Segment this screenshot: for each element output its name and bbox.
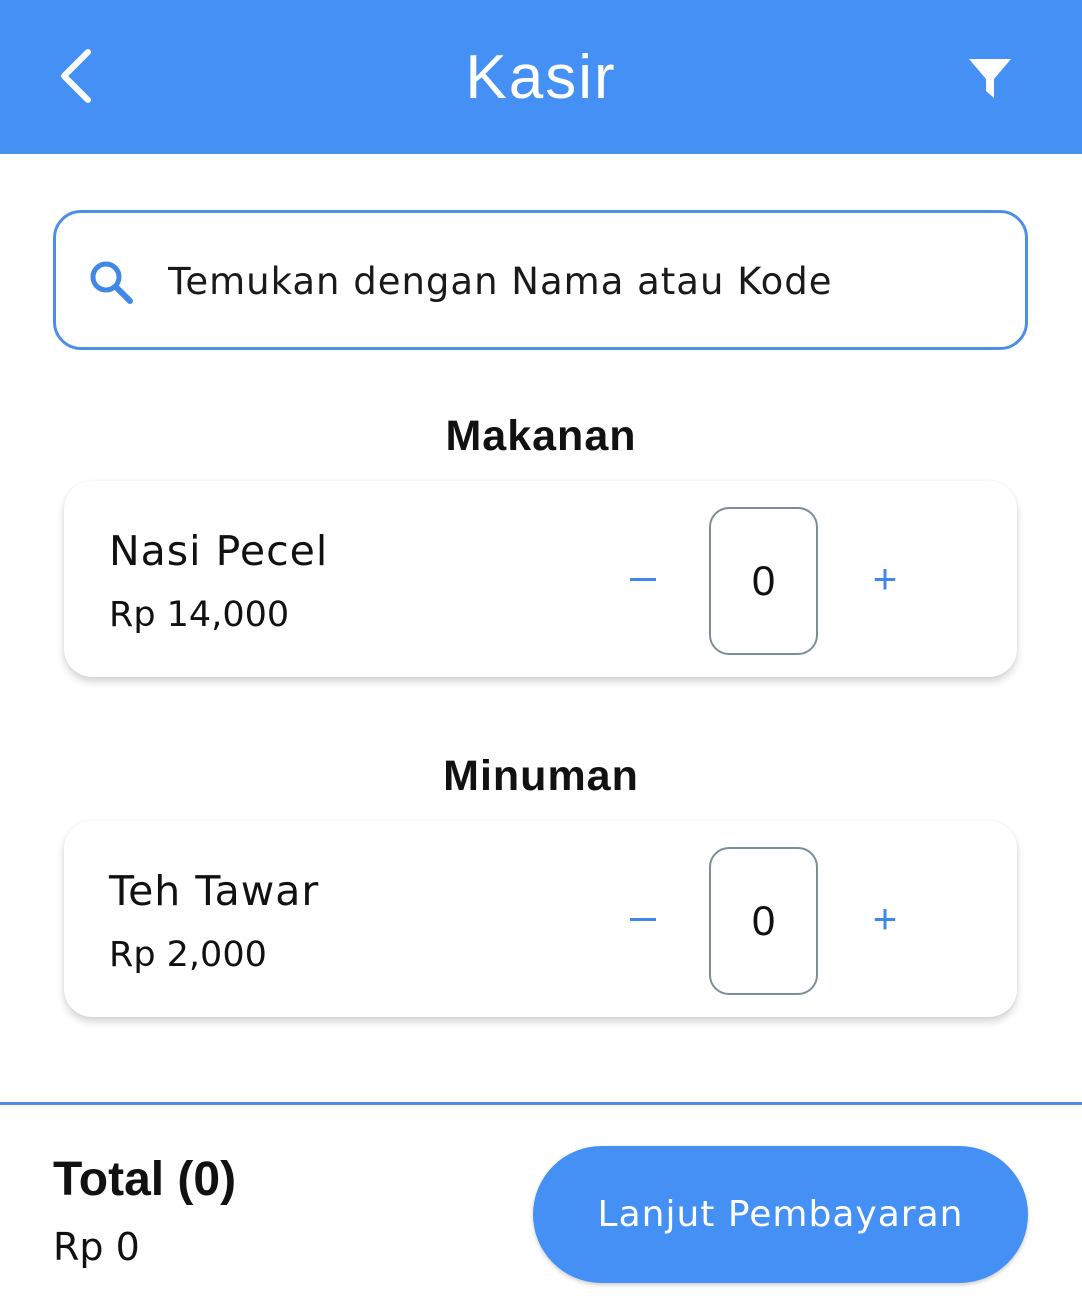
section-title-minuman: Minuman [443, 752, 639, 800]
page-title: Kasir [465, 43, 617, 112]
total-amount: Rp 0 [53, 1225, 140, 1269]
filter-button[interactable] [952, 40, 1028, 116]
product-card-teh-tawar: Teh Tawar Rp 2,000 0 + [64, 821, 1017, 1017]
product-price: Rp 2,000 [109, 935, 267, 975]
search-input[interactable] [168, 243, 988, 319]
decrease-quantity-button[interactable] [619, 881, 667, 957]
continue-payment-button[interactable]: Lanjut Pembayaran [533, 1146, 1028, 1283]
product-name: Teh Tawar [109, 867, 320, 915]
decrease-quantity-button[interactable] [619, 541, 667, 617]
product-card-nasi-pecel: Nasi Pecel Rp 14,000 0 + [64, 481, 1017, 677]
product-price: Rp 14,000 [109, 595, 290, 635]
minus-icon [630, 917, 656, 921]
total-label: Total (0) [53, 1153, 237, 1206]
filter-icon [969, 59, 1011, 98]
section-title-makanan: Makanan [445, 412, 637, 460]
quantity-field[interactable]: 0 [709, 847, 818, 995]
quantity-field[interactable]: 0 [709, 507, 818, 655]
search-icon [90, 261, 133, 304]
cashier-screen: Kasir Makanan Nasi Pecel Rp 14,000 0 + M… [0, 0, 1082, 1306]
increase-quantity-button[interactable]: + [861, 881, 909, 957]
product-name: Nasi Pecel [109, 527, 329, 575]
minus-icon [630, 577, 656, 581]
increase-quantity-button[interactable]: + [861, 541, 909, 617]
footer-divider [0, 1102, 1082, 1105]
search-field[interactable] [53, 210, 1028, 350]
app-bar: Kasir [0, 0, 1082, 154]
